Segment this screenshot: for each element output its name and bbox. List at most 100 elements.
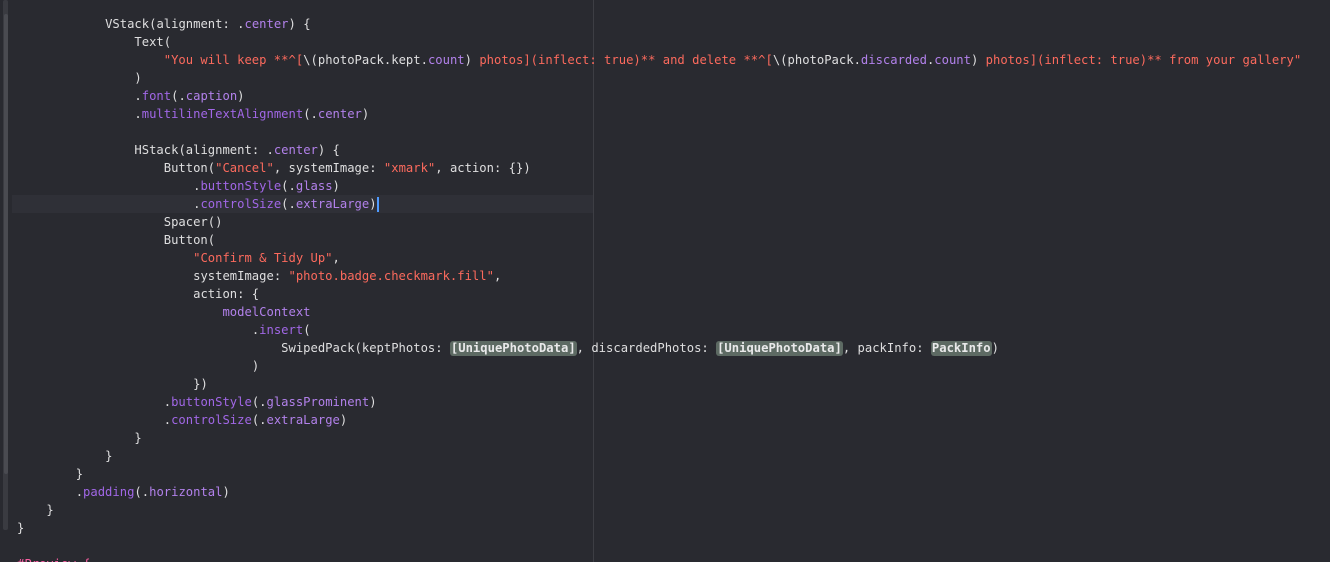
code-line[interactable]: SwipedPack(keptPhotos: [UniquePhotoData]… [17,339,999,357]
code-token: center [317,107,362,121]
code-token: "Confirm & Tidy Up" [193,251,333,265]
code-line[interactable]: Button("Cancel", systemImage: "xmark", a… [17,159,531,177]
code-token: ) { [317,143,340,157]
code-token: } [75,467,84,481]
code-token: Spacer [163,215,208,229]
code-token: HStack [134,143,179,157]
code-line[interactable]: "You will keep **^[\(photoPack.kept.coun… [17,51,1301,69]
code-token: (. [134,485,150,499]
code-token: ( [163,35,172,49]
code-line[interactable]: modelContext [17,303,311,321]
code-token: } [46,503,54,517]
code-token: ) [237,89,245,103]
code-line[interactable]: #Preview { [17,555,90,562]
code-token: count [934,53,971,67]
code-token: extraLarge [295,197,370,211]
placeholder-token[interactable]: PackInfo [930,341,992,356]
code-token: ) [339,413,348,427]
fold-region-hstack[interactable] [5,140,8,446]
code-token: insert [259,323,304,337]
code-token: font [141,89,172,103]
placeholder-token[interactable]: [UniquePhotoData] [449,341,577,356]
code-token: "photo.badge.checkmark.fill" [288,269,494,283]
code-token: . [853,53,861,67]
code-line[interactable]: "Confirm & Tidy Up", [17,249,340,267]
code-token: , [493,269,502,283]
code-token: "xmark" [383,161,436,175]
code-token: extraLarge [266,413,340,427]
code-line[interactable]: ) [17,69,141,87]
code-token: photoPack [787,53,854,67]
code-token: . [75,485,84,499]
code-token: (. [281,179,296,193]
code-line[interactable]: } [17,465,83,483]
code-line[interactable]: .font(.caption) [17,87,245,105]
code-token: ( [178,143,186,157]
code-token: , action: {}) [435,161,531,175]
code-token: glassProminent [266,395,370,409]
code-token: "You will keep **^[ [163,53,304,67]
code-line[interactable]: ) [17,357,259,375]
code-token: kept [391,53,421,67]
code-token: : . [222,17,245,31]
code-token: ) [991,341,999,355]
code-token: controlSize [200,197,282,211]
code-token: alignment [185,143,252,157]
code-token: ( [207,233,216,247]
code-token: controlSize [171,413,252,427]
code-token: , [332,251,340,265]
code-line[interactable]: Spacer() [17,213,223,231]
code-line[interactable]: .controlSize(.extraLarge) [17,195,379,213]
code-token: (. [281,197,296,211]
code-editor[interactable]: VStack(alignment: .center) { Text( "You … [0,0,1330,562]
code-token: , discardedPhotos: [576,341,717,355]
code-token: photos](inflect: true)** from your galle… [978,53,1302,67]
code-token: ) [464,53,472,67]
code-line[interactable]: Button( [17,231,215,249]
code-line[interactable]: .controlSize(.extraLarge) [17,411,347,429]
code-token: , systemImage: [273,161,384,175]
code-line[interactable]: } [17,519,24,537]
code-line[interactable]: Text( [17,33,171,51]
code-line[interactable]: VStack(alignment: .center) { [17,15,310,33]
code-line[interactable]: } [17,447,112,465]
code-line[interactable]: .multilineTextAlignment(.center) [17,105,369,123]
code-line[interactable]: }) [17,375,208,393]
code-token: buttonStyle [171,395,252,409]
code-line[interactable]: action: { [17,285,259,303]
code-folding-ribbon[interactable] [0,0,12,562]
code-token: . [134,89,142,103]
placeholder-token[interactable]: [UniquePhotoData] [716,341,843,356]
code-line[interactable]: HStack(alignment: .center) { [17,141,340,159]
code-line[interactable]: } [17,429,141,447]
code-token: systemImage: [193,269,289,283]
code-line[interactable]: .buttonStyle(.glassProminent) [17,393,377,411]
code-token: ) [332,179,340,193]
code-token: #Preview { [17,557,90,562]
code-token: . [163,413,172,427]
code-line[interactable]: .insert( [17,321,311,339]
code-token: multilineTextAlignment [141,107,304,121]
code-token: discarded [860,53,927,67]
code-line[interactable]: systemImage: "photo.badge.checkmark.fill… [17,267,501,285]
code-token: ) [361,107,370,121]
code-token: . [420,53,428,67]
code-line[interactable]: .padding(.horizontal) [17,483,230,501]
code-token: ) [251,359,260,373]
code-line[interactable]: .buttonStyle(.glass) [17,177,340,195]
code-line[interactable]: } [17,501,54,519]
code-token: ) [222,485,230,499]
code-token: modelContext [222,305,311,319]
